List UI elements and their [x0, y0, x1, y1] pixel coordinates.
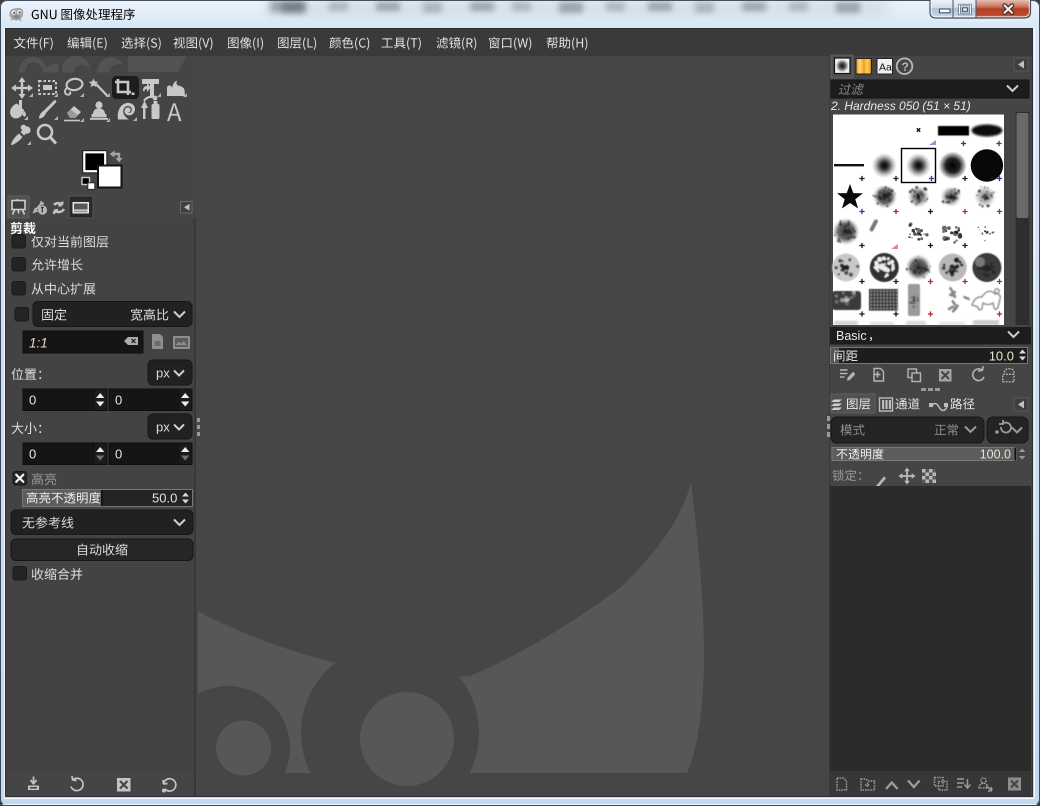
- svg-text:100.0: 100.0: [980, 448, 1011, 462]
- svg-text:Aa: Aa: [879, 62, 892, 74]
- svg-text:2. Hardness 050 (51 × 51): 2. Hardness 050 (51 × 51): [830, 99, 971, 113]
- svg-text:?: ?: [902, 60, 909, 74]
- svg-text:Basic: Basic: [836, 329, 867, 343]
- svg-text:10.0: 10.0: [989, 349, 1014, 364]
